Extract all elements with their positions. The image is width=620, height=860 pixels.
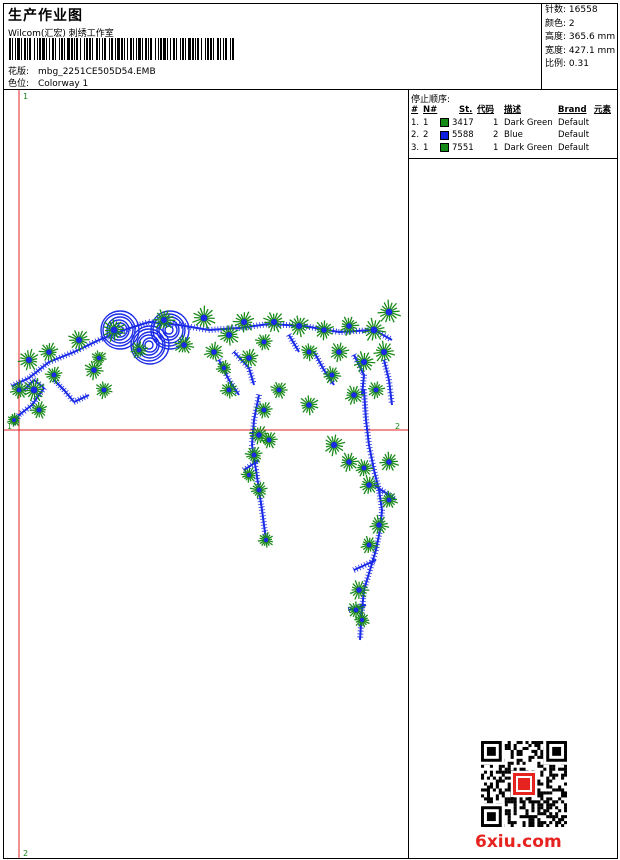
green-flower-motif xyxy=(377,299,401,323)
green-flower-motif xyxy=(44,366,63,385)
green-flower-motif xyxy=(373,340,396,362)
col-header-element: 元素 xyxy=(594,105,612,115)
colorway-label: 色位: xyxy=(8,79,30,89)
blue-stem-motif xyxy=(286,333,301,353)
green-flower-motif xyxy=(254,334,273,351)
green-flower-motif xyxy=(153,309,176,330)
green-flower-motif xyxy=(17,348,39,371)
stop-sequence-table: # N# St. 代码 描述 Brand 元素 1. 1 3417 1 Dark… xyxy=(409,104,617,154)
color-swatch xyxy=(440,143,449,152)
table-row: 1. 1 3417 1 Dark Green Default xyxy=(411,117,590,128)
green-flower-motif xyxy=(270,381,288,399)
barcode xyxy=(9,38,237,60)
guide-lines xyxy=(4,90,408,858)
col-header-description: 描述 xyxy=(504,105,522,115)
green-flower-motif xyxy=(203,341,224,362)
qr-code xyxy=(481,741,567,827)
green-flower-motif xyxy=(340,452,360,473)
green-flower-motif xyxy=(362,317,387,341)
colorway-field: 色位: Colorway 1 xyxy=(8,76,88,89)
sheet-title: 生产作业图 xyxy=(8,8,83,24)
stat-height: 高度: 365.6 mm xyxy=(545,32,616,42)
green-stitch-layer xyxy=(6,299,401,628)
green-flower-motif xyxy=(325,434,346,457)
axis-label-bottom: 2 xyxy=(23,849,28,858)
embroidery-preview: 1 2 1 2 xyxy=(4,90,408,858)
table-header-row: # N# St. 代码 描述 Brand 元素 xyxy=(409,104,617,117)
col-header-index: # xyxy=(411,105,419,115)
axis-label-top: 1 xyxy=(23,92,28,101)
blue-rose-motif xyxy=(130,325,170,365)
green-flower-motif xyxy=(263,312,285,333)
green-flower-motif xyxy=(68,330,90,352)
axis-label-left: 1 xyxy=(7,422,12,431)
col-header-no: N# xyxy=(423,105,438,115)
stat-colors: 颜色: 2 xyxy=(545,18,575,29)
table-row: 2. 2 5588 2 Blue Default xyxy=(411,130,590,140)
stats-panel: 针数: 16558 颜色: 2 高度: 365.6 mm 宽度: 427.1 m… xyxy=(541,4,618,89)
table-divider xyxy=(409,158,617,159)
barcode-bar xyxy=(234,38,236,60)
header-panel: 生产作业图 Wilcom(汇宏) 刺绣工作室 花版: mbg_2251CE505D… xyxy=(4,4,541,89)
table-row: 3. 1 7551 1 Dark Green Default xyxy=(411,142,590,153)
col-header-brand: Brand xyxy=(558,105,587,115)
blue-stem-motif xyxy=(357,389,386,641)
green-flower-motif xyxy=(379,451,399,471)
color-swatch xyxy=(440,118,449,127)
green-flower-motif xyxy=(257,531,274,548)
colorway-name: Colorway 1 xyxy=(38,79,89,89)
green-flower-motif xyxy=(192,305,216,330)
stat-scale: 比例: 0.31 xyxy=(545,59,589,69)
blue-stem-motif xyxy=(248,394,269,541)
green-flower-motif xyxy=(330,342,350,363)
blue-stem-motif xyxy=(380,358,395,406)
green-flower-motif xyxy=(368,381,386,400)
green-flower-motif xyxy=(300,395,319,416)
color-swatch xyxy=(440,130,449,140)
production-sheet: 生产作业图 Wilcom(汇宏) 刺绣工作室 花版: mbg_2251CE505D… xyxy=(3,3,618,859)
green-flower-motif xyxy=(96,381,113,400)
design-canvas: 1 2 1 2 xyxy=(4,90,408,858)
green-flower-motif xyxy=(344,385,365,405)
green-flower-motif xyxy=(174,334,195,354)
blue-stem-motif xyxy=(51,377,90,405)
blue-stitch-layer xyxy=(10,310,397,641)
axis-label-right: 2 xyxy=(395,422,400,431)
stat-stitches: 针数: 16558 xyxy=(545,5,598,15)
site-watermark: 6xiu.com xyxy=(475,832,562,852)
col-header-stitches: St. xyxy=(459,105,473,115)
green-flower-motif xyxy=(353,351,376,373)
stat-width: 宽度: 427.1 mm xyxy=(545,45,616,56)
col-header-code: 代码 xyxy=(477,105,495,115)
stop-sequence-panel: 停止顺序: # N# St. 代码 描述 Brand 元素 1. 1 3417 … xyxy=(409,90,617,858)
